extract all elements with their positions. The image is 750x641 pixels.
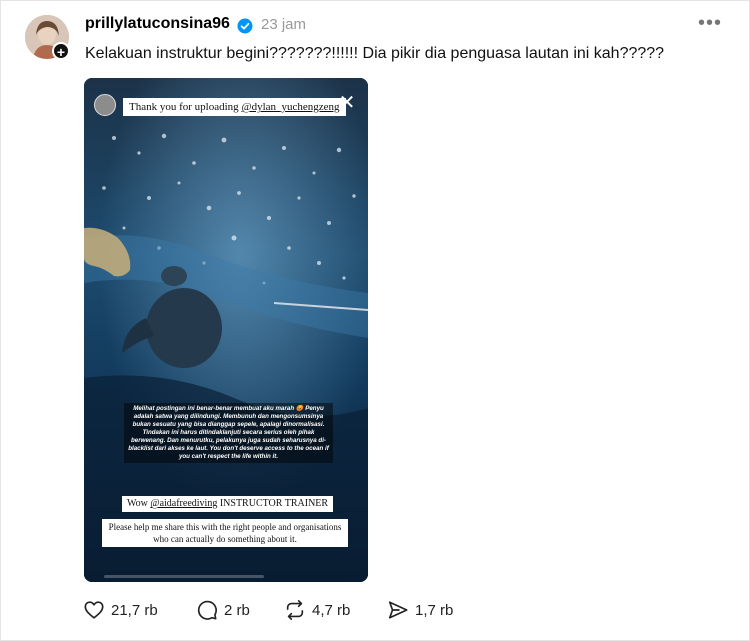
post-video[interactable]: Thank you for uploading @dylan_yuchengze… (84, 78, 368, 582)
story-banner-mention[interactable]: @dylan_yuchengzeng (241, 101, 339, 113)
repost-icon (286, 600, 304, 620)
share-count: 1,7 rb (415, 602, 454, 619)
more-icon[interactable]: ••• (698, 12, 722, 35)
story-credit-mention[interactable]: @aidafreediving (150, 498, 217, 509)
follow-plus-icon[interactable]: + (52, 42, 70, 60)
like-button[interactable]: 21,7 rb (83, 599, 163, 623)
story-banner-text: Thank you for uploading (129, 101, 242, 113)
share-icon (388, 601, 408, 619)
comment-count: 2 rb (224, 602, 250, 619)
heart-icon (84, 601, 104, 619)
post-caption: Kelakuan instruktur begini???????!!!!!! … (85, 45, 665, 62)
comment-icon (197, 600, 217, 620)
close-icon[interactable]: ✕ (338, 93, 356, 113)
comment-button[interactable]: 2 rb (196, 599, 256, 623)
verified-icon (237, 18, 253, 34)
like-count: 21,7 rb (111, 602, 158, 619)
story-avatar (94, 94, 116, 116)
story-progress-bar (104, 575, 264, 578)
story-thanks-banner: Thank you for uploading @dylan_yuchengze… (123, 98, 346, 116)
story-note: Please help me share this with the right… (102, 519, 348, 547)
story-credit-banner: Wow @aidafreediving INSTRUCTOR TRAINER (122, 496, 334, 512)
share-button[interactable]: 1,7 rb (387, 599, 462, 623)
story-credit-suffix: INSTRUCTOR TRAINER (217, 498, 329, 509)
story-overlay-text: Melihat postingan ini benar-benar membua… (124, 403, 333, 463)
repost-count: 4,7 rb (312, 602, 351, 619)
username[interactable]: prillylatuconsina96 (85, 15, 230, 33)
thread-post: + prillylatuconsina96 23 jam ••• Kelakua… (0, 0, 750, 641)
post-time[interactable]: 23 jam (261, 16, 306, 33)
repost-button[interactable]: 4,7 rb (284, 599, 359, 623)
story-credit-prefix: Wow (127, 498, 151, 509)
